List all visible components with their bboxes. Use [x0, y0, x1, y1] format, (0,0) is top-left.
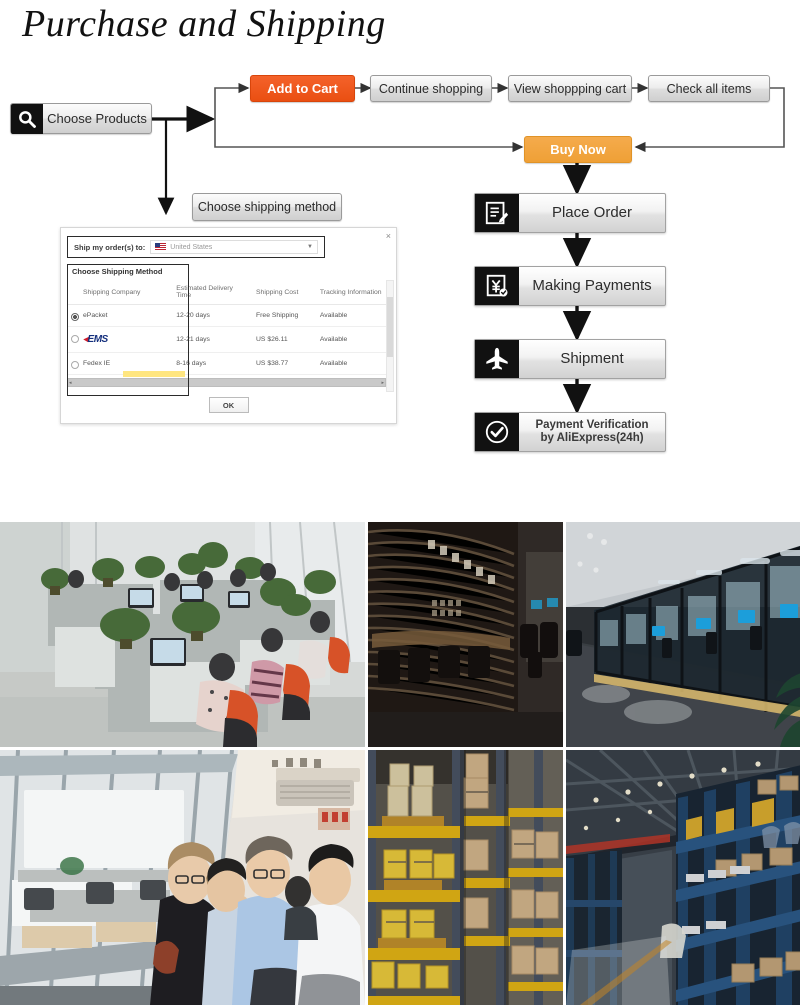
choose-shipping-method-button[interactable]: Choose shipping method: [192, 193, 342, 221]
scrollbar-thumb[interactable]: [387, 297, 393, 357]
shipping-cost: US $26.11: [252, 326, 316, 353]
delivery-time: 12-20 days: [172, 304, 253, 327]
highlight-marker: [123, 371, 185, 377]
payment-verification-line2: by AliExpress(24h): [540, 432, 644, 444]
add-to-cart-button[interactable]: Add to Cart: [250, 75, 355, 102]
tracking-info: Available: [315, 326, 386, 353]
chevron-down-icon: ▼: [307, 244, 313, 250]
country-select[interactable]: United States ▼: [150, 240, 318, 254]
shipping-methods-table: Shipping Company Estimated Delivery Time…: [67, 280, 386, 375]
place-order-step[interactable]: Place Order: [474, 193, 666, 233]
facility-photo-grid: [0, 522, 800, 1005]
page-title: Purchase and Shipping: [22, 3, 386, 45]
radio-fedex[interactable]: [71, 361, 79, 369]
horizontal-scrollbar[interactable]: ◂ ▸: [67, 378, 386, 387]
payment-verification-step[interactable]: Payment Verification by AliExpress(24h): [474, 412, 666, 452]
radio-ems[interactable]: [71, 335, 79, 343]
table-header-row: Shipping Company Estimated Delivery Time…: [67, 280, 386, 305]
radio-epacket[interactable]: [71, 313, 79, 321]
payment-verification-label: Payment Verification by AliExpress(24h): [519, 413, 665, 451]
document-edit-icon: [475, 194, 519, 232]
making-payments-label: Making Payments: [532, 277, 652, 295]
photo-open-plan-office: [0, 522, 365, 747]
delivery-time: 12-21 days: [172, 326, 253, 353]
column-header-company: Shipping Company: [67, 280, 173, 305]
scroll-left-arrow[interactable]: ◂: [69, 380, 72, 386]
column-header-delivery: Estimated Delivery Time: [172, 280, 253, 305]
check-circle-icon: [475, 413, 519, 451]
company-name: ePacket: [83, 312, 108, 319]
search-icon: [11, 103, 43, 134]
buy-now-button[interactable]: Buy Now: [524, 136, 632, 163]
check-all-items-button[interactable]: Check all items: [648, 75, 770, 102]
shipment-label: Shipment: [560, 350, 624, 368]
table-row[interactable]: ePacket 12-20 days Free Shipping Availab…: [67, 304, 386, 327]
shipping-method-dialog: × Ship my order(s) to: United States ▼ C…: [60, 227, 397, 424]
shipping-cost: US $38.77: [252, 352, 316, 375]
yen-payment-icon: [475, 267, 519, 305]
shipment-step[interactable]: Shipment: [474, 339, 666, 379]
continue-shopping-button[interactable]: Continue shopping: [370, 75, 492, 102]
place-order-label: Place Order: [551, 204, 633, 222]
us-flag-icon: [155, 243, 167, 251]
ship-to-label: Ship my order(s) to:: [74, 242, 146, 252]
country-value: United States: [170, 243, 213, 251]
company-name: Fedex IE: [83, 360, 111, 367]
view-shopping-cart-button[interactable]: View shoppping cart: [508, 75, 632, 102]
photo-warehouse-aisle-blue-racking: [566, 750, 800, 1005]
ok-button[interactable]: OK: [208, 397, 249, 413]
tracking-info: Available: [315, 352, 386, 375]
choose-products-button[interactable]: Choose Products: [10, 103, 152, 134]
ship-to-row: Ship my order(s) to: United States ▼: [67, 236, 325, 258]
table-row[interactable]: Fedex IE 8-16 days US $38.77 Available: [67, 352, 386, 375]
column-header-cost: Shipping Cost: [252, 280, 316, 305]
photo-visitors-touring-facility: [0, 750, 365, 1005]
photo-slat-partition-meeting-room: [368, 522, 563, 747]
shipping-cost: Free Shipping: [252, 304, 316, 327]
photo-warehouse-yellow-racking: [368, 750, 563, 1005]
choose-shipping-method-title: Choose Shipping Method: [72, 267, 163, 276]
photo-glass-office-corridor: [566, 522, 800, 747]
vertical-scrollbar[interactable]: [386, 280, 394, 392]
tracking-info: Available: [315, 304, 386, 327]
scroll-right-arrow[interactable]: ▸: [381, 380, 384, 386]
ems-logo: ◂EMS: [83, 334, 108, 345]
airplane-icon: [475, 340, 519, 378]
choose-products-label: Choose Products: [47, 111, 147, 126]
close-icon[interactable]: ×: [386, 231, 391, 241]
table-row[interactable]: ◂EMS 12-21 days US $26.11 Available: [67, 326, 386, 353]
making-payments-step[interactable]: Making Payments: [474, 266, 666, 306]
payment-verification-line1: Payment Verification: [535, 418, 649, 431]
column-header-tracking: Tracking Information: [315, 280, 386, 305]
